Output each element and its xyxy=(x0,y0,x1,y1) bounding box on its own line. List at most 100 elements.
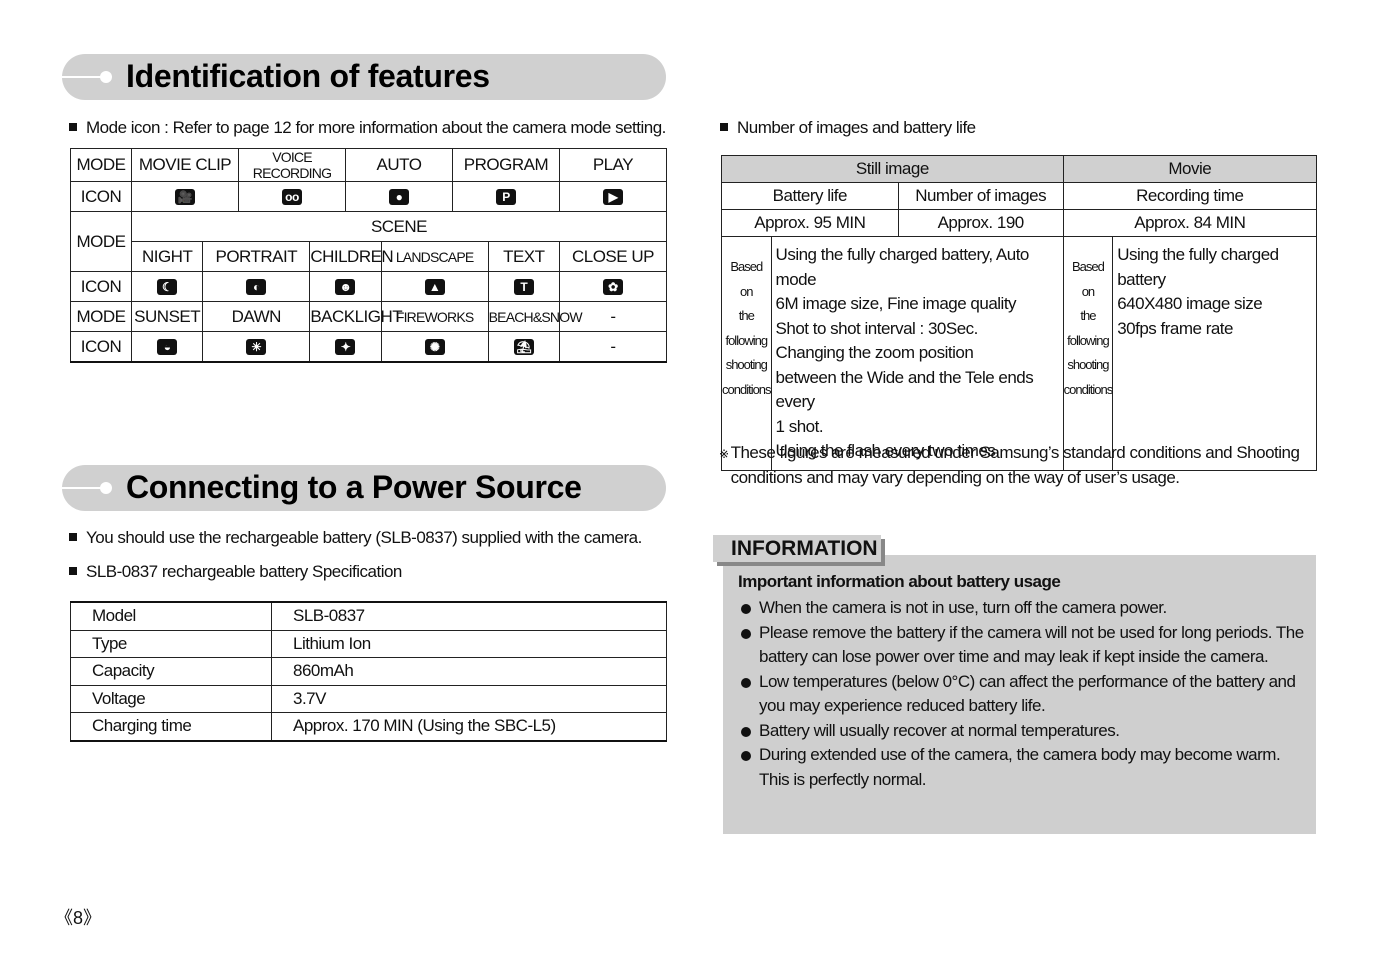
program-camera-icon: P xyxy=(495,189,516,206)
table-row: Voltage 3.7V xyxy=(70,684,667,713)
mode-cell: LANDSCAPE xyxy=(380,241,489,272)
mode-cell: TEXT xyxy=(487,241,560,272)
icon-cell: ☻ xyxy=(309,271,382,302)
still-image-header: Still image xyxy=(721,155,1064,183)
spec-note: SLB-0837 rechargeable battery Specificat… xyxy=(69,562,402,582)
icon-cell: ⛱ xyxy=(487,331,560,363)
backlight-icon: ✦ xyxy=(335,339,356,356)
fireworks-icon: ✺ xyxy=(424,339,445,356)
table-row: MODE SUNSET DAWN BACKLIGHT FIREWORKS BEACH&SN… xyxy=(70,301,667,332)
icon-cell: ◐ xyxy=(202,271,311,302)
table-row: ICON ◒ ☀ ✦ ✺ ⛱ - xyxy=(70,331,667,363)
mode-cell: MOVIE CLIP xyxy=(131,148,239,182)
mode-cell: SUNSET xyxy=(130,301,204,332)
table-row: Charging time Approx. 170 MIN (Using the … xyxy=(70,712,667,741)
square-bullet-icon xyxy=(69,533,77,541)
spec-value: Approx. 170 MIN (Using the SBC-L5) xyxy=(271,712,667,741)
auto-camera-icon: ● xyxy=(388,189,409,206)
condition-line: Using the fully charged battery, Auto mo… xyxy=(775,245,1030,289)
mode-label: MODE xyxy=(70,211,132,272)
movie-header: Movie xyxy=(1062,155,1318,183)
spec-value: Lithium Ion xyxy=(271,629,667,658)
section-title: Connecting to a Power Source xyxy=(126,469,582,505)
based-on-word: on xyxy=(1081,283,1095,299)
num-images-header: Number of images xyxy=(897,182,1064,210)
based-on-word: on xyxy=(740,283,753,299)
mode-label: MODE xyxy=(70,148,132,182)
mode-cell: FIREWORKS xyxy=(380,301,489,332)
table-row: MODE MOVIE CLIP VOICE RECORDING AUTO PROGRAM… xyxy=(70,148,667,182)
section-title: Identification of features xyxy=(126,58,490,94)
based-on-word: shooting xyxy=(725,357,768,372)
table-row: ICON ☾ ◐ ☻ ▲ T ✿ xyxy=(70,271,667,302)
based-on-word: the xyxy=(738,308,755,323)
icon-cell: ◒ xyxy=(130,331,204,363)
condition-line: Using the fully charged battery xyxy=(1117,245,1279,289)
condition-line: Shot to shot interval : 30Sec. xyxy=(775,318,979,338)
mode-label: MODE xyxy=(70,301,132,332)
mode-cell: PROGRAM xyxy=(451,148,560,182)
information-tab: INFORMATION xyxy=(713,535,881,562)
spec-label: Charging time xyxy=(70,712,272,741)
table-row: Type Lithium Ion xyxy=(70,629,667,658)
table-row: Approx. 95 MIN Approx. 190 Approx. 84 MI… xyxy=(721,209,1318,237)
spec-label: Voltage xyxy=(70,684,272,713)
icon-cell: ✿ xyxy=(558,271,667,302)
information-item: When the camera is not in use, turn off … xyxy=(738,596,1308,621)
square-bullet-icon xyxy=(720,123,728,131)
table-row: Still image Movie xyxy=(721,155,1318,183)
information-list: When the camera is not in use, turn off … xyxy=(738,596,1308,792)
empty-cell: - xyxy=(558,331,667,363)
icon-cell: T xyxy=(487,271,560,302)
battery-note: You should use the rechargeable battery … xyxy=(69,528,642,548)
recording-time-value: Approx. 84 MIN xyxy=(1062,209,1318,237)
icon-cell: ✦ xyxy=(309,331,382,363)
table-row: Model SLB-0837 xyxy=(70,601,667,631)
condition-line: Changing the zoom position xyxy=(775,343,974,362)
night-icon: ☾ xyxy=(157,279,178,296)
page-number: 《8》 xyxy=(55,908,102,928)
mode-cell: CLOSE UP xyxy=(558,241,667,272)
header-dot-decoration xyxy=(100,71,112,83)
sunset-icon: ◒ xyxy=(157,339,178,356)
condition-line: 30fps frame rate xyxy=(1117,318,1233,338)
section-header-power: Connecting to a Power Source xyxy=(62,465,666,511)
still-conditions: Using the fully charged battery, Auto mo… xyxy=(770,236,1064,471)
movie-conditions: Using the fully charged battery 640X480 i… xyxy=(1112,236,1317,471)
close-up-icon: ✿ xyxy=(602,279,623,296)
mode-cell: CHILDREN xyxy=(309,241,394,272)
dawn-icon: ☀ xyxy=(246,339,267,356)
movie-clip-icon: 🎥 xyxy=(175,189,195,206)
based-on-word: conditions xyxy=(722,381,772,397)
icon-cell: ▲ xyxy=(380,271,489,302)
beach-snow-icon: ⛱ xyxy=(513,339,534,356)
icon-cell: 🎥 xyxy=(131,181,239,212)
children-icon: ☻ xyxy=(335,279,356,296)
battery-spec-table: Model SLB-0837 Type Lithium Ion Capacity 860m… xyxy=(70,601,667,742)
condition-line: 640X480 image size xyxy=(1117,294,1263,313)
based-on-word: Based xyxy=(730,259,763,274)
battery-life-note: Number of images and battery life xyxy=(720,118,976,138)
battery-life-table: Still image Movie Battery life Number of… xyxy=(721,155,1318,471)
header-dot-decoration xyxy=(100,482,112,494)
information-item: Low temperatures (below 0°C) can affect … xyxy=(738,670,1308,719)
table-row: Based on the following shooting conditions Us… xyxy=(721,236,1317,471)
condition-line: 6M image size, Fine image quality xyxy=(775,294,1017,313)
spec-label: Type xyxy=(70,629,272,658)
bullet-text: Mode icon : Refer to page 12 for more in… xyxy=(86,118,666,137)
num-images-value: Approx. 190 xyxy=(897,209,1064,237)
table-row: MODE SCENE xyxy=(70,211,667,272)
play-icon: ▶ xyxy=(602,189,623,206)
portrait-icon: ◐ xyxy=(246,279,267,296)
spec-value: SLB-0837 xyxy=(271,601,667,631)
section-header-identification: Identification of features xyxy=(62,54,666,100)
table-row: Capacity 860mAh xyxy=(70,657,667,686)
landscape-icon: ▲ xyxy=(424,279,445,296)
based-on-label: Based on the following shooting conditions xyxy=(1062,236,1114,471)
mode-cell: AUTO xyxy=(344,148,453,182)
battery-life-header: Battery life xyxy=(721,182,899,210)
measurement-note: ※ These figures are measured under Samsun… xyxy=(719,440,1319,490)
icon-label: ICON xyxy=(70,331,132,363)
icon-cell: ▶ xyxy=(558,181,667,212)
based-on-word: conditions xyxy=(1063,381,1114,397)
